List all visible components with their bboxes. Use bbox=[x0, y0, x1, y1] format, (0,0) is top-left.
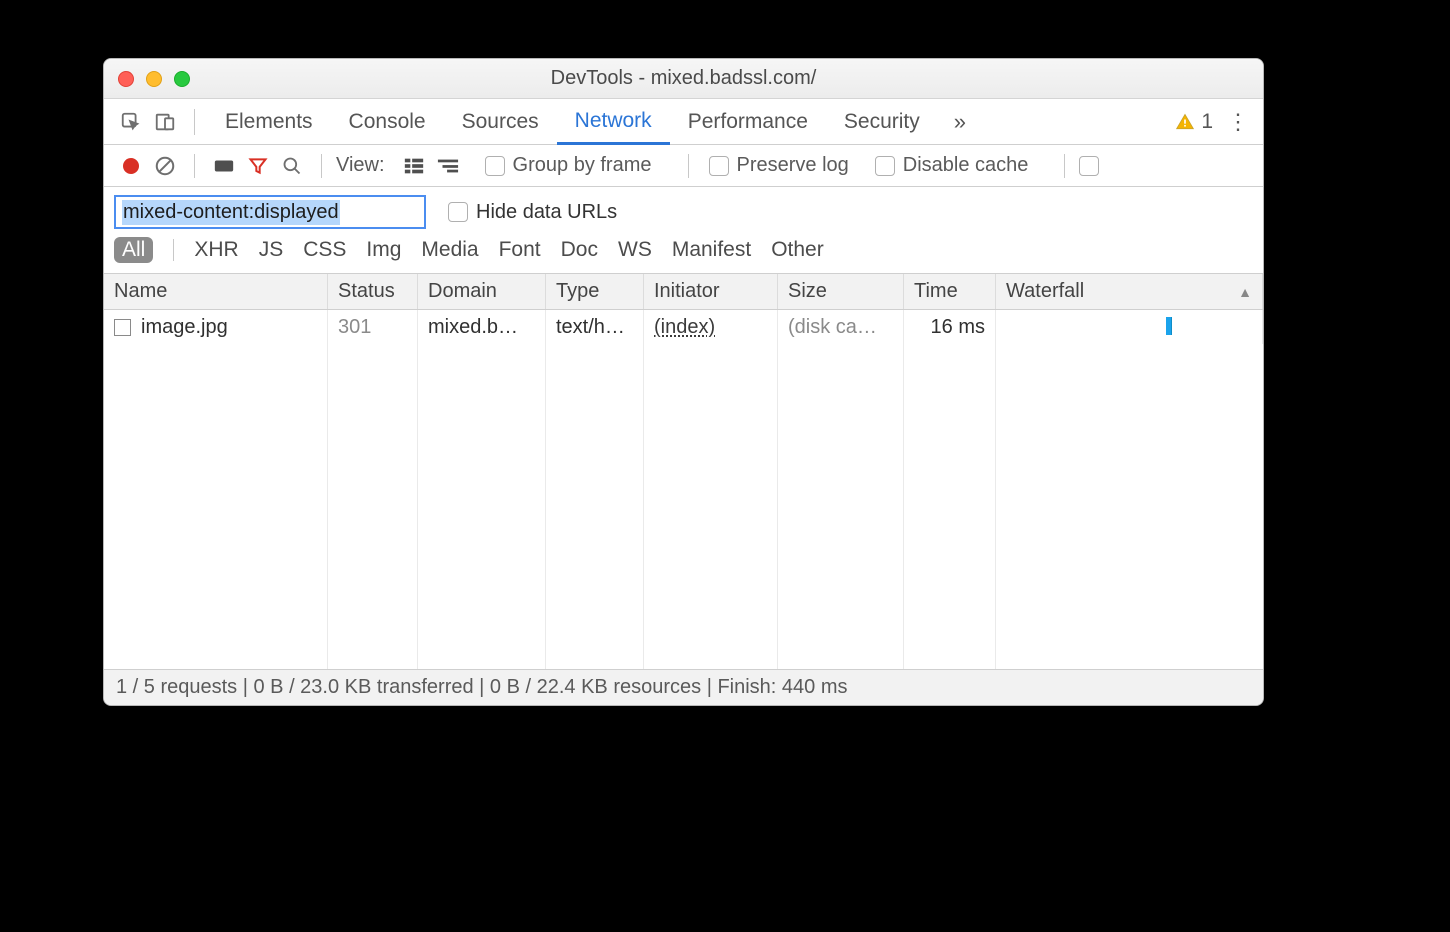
warnings-badge[interactable]: 1 bbox=[1175, 110, 1213, 134]
device-toolbar-icon[interactable] bbox=[148, 105, 182, 139]
tab-console[interactable]: Console bbox=[331, 99, 444, 145]
tab-security[interactable]: Security bbox=[826, 99, 938, 145]
window-title: DevTools - mixed.badssl.com/ bbox=[104, 67, 1263, 90]
sort-asc-icon: ▲ bbox=[1238, 284, 1252, 300]
filter-xhr[interactable]: XHR bbox=[194, 238, 238, 262]
more-tabs-icon[interactable]: » bbox=[954, 109, 966, 135]
filter-input[interactable]: mixed-content:displayed bbox=[114, 195, 426, 229]
filter-doc[interactable]: Doc bbox=[561, 238, 598, 262]
separator bbox=[321, 154, 322, 178]
col-name[interactable]: Name bbox=[104, 274, 328, 309]
cell-status: 301 bbox=[328, 310, 418, 344]
filter-media[interactable]: Media bbox=[421, 238, 478, 262]
minimize-window-button[interactable] bbox=[146, 71, 162, 87]
disable-cache-label: Disable cache bbox=[903, 154, 1029, 177]
search-icon[interactable] bbox=[277, 151, 307, 181]
cell-waterfall bbox=[996, 310, 1263, 344]
network-toolbar: View: Group by frame Preserve log Disabl… bbox=[104, 145, 1263, 187]
cell-domain: mixed.b… bbox=[418, 310, 546, 344]
preserve-log-label: Preserve log bbox=[737, 154, 849, 177]
filter-icon[interactable] bbox=[243, 151, 273, 181]
screenshots-icon[interactable] bbox=[209, 151, 239, 181]
col-time[interactable]: Time bbox=[904, 274, 996, 309]
status-bar: 1 / 5 requests | 0 B / 23.0 KB transferr… bbox=[104, 669, 1263, 705]
file-icon bbox=[114, 319, 131, 336]
hide-data-urls-label: Hide data URLs bbox=[476, 201, 617, 224]
filter-css[interactable]: CSS bbox=[303, 238, 346, 262]
devtools-window: DevTools - mixed.badssl.com/ Elements Co… bbox=[103, 58, 1264, 706]
hide-data-urls-checkbox[interactable]: Hide data URLs bbox=[448, 201, 617, 224]
titlebar: DevTools - mixed.badssl.com/ bbox=[104, 59, 1263, 99]
cell-name: image.jpg bbox=[141, 316, 228, 339]
filter-value: mixed-content:displayed bbox=[122, 200, 340, 225]
table-row[interactable]: image.jpg 301 mixed.b… text/h… (index) (… bbox=[104, 310, 1263, 344]
separator bbox=[688, 154, 689, 178]
tab-performance[interactable]: Performance bbox=[670, 99, 826, 145]
col-initiator[interactable]: Initiator bbox=[644, 274, 778, 309]
filter-img[interactable]: Img bbox=[366, 238, 401, 262]
checkbox-icon bbox=[709, 156, 729, 176]
large-rows-icon[interactable] bbox=[399, 151, 429, 181]
clear-button[interactable] bbox=[150, 151, 180, 181]
type-filters: All XHR JS CSS Img Media Font Doc WS Man… bbox=[104, 235, 1263, 274]
preserve-log-checkbox[interactable]: Preserve log bbox=[709, 154, 849, 177]
checkbox-icon bbox=[875, 156, 895, 176]
col-domain[interactable]: Domain bbox=[418, 274, 546, 309]
filter-all[interactable]: All bbox=[114, 237, 153, 263]
col-type[interactable]: Type bbox=[546, 274, 644, 309]
offline-checkbox[interactable] bbox=[1079, 156, 1107, 176]
window-controls bbox=[104, 71, 190, 87]
filter-ws[interactable]: WS bbox=[618, 238, 652, 262]
kebab-menu-icon[interactable]: ⋮ bbox=[1223, 109, 1253, 135]
overview-icon[interactable] bbox=[433, 151, 463, 181]
waterfall-bar bbox=[1166, 317, 1172, 335]
cell-type: text/h… bbox=[546, 310, 644, 344]
cell-time: 16 ms bbox=[904, 310, 996, 344]
table-header: Name Status Domain Type Initiator Size T… bbox=[104, 274, 1263, 310]
tab-sources[interactable]: Sources bbox=[444, 99, 557, 145]
inspect-icon[interactable] bbox=[114, 105, 148, 139]
col-waterfall[interactable]: Waterfall ▲ bbox=[996, 274, 1263, 309]
tab-network[interactable]: Network bbox=[557, 99, 670, 145]
checkbox-icon bbox=[1079, 156, 1099, 176]
filter-js[interactable]: JS bbox=[259, 238, 284, 262]
col-size[interactable]: Size bbox=[778, 274, 904, 309]
filter-manifest[interactable]: Manifest bbox=[672, 238, 751, 262]
separator bbox=[194, 154, 195, 178]
checkbox-icon bbox=[448, 202, 468, 222]
network-table: Name Status Domain Type Initiator Size T… bbox=[104, 274, 1263, 669]
maximize-window-button[interactable] bbox=[174, 71, 190, 87]
warnings-count: 1 bbox=[1201, 110, 1213, 134]
filter-row: mixed-content:displayed Hide data URLs bbox=[104, 187, 1263, 235]
filter-font[interactable]: Font bbox=[499, 238, 541, 262]
tab-elements[interactable]: Elements bbox=[207, 99, 331, 145]
col-status[interactable]: Status bbox=[328, 274, 418, 309]
separator bbox=[173, 239, 174, 261]
group-by-frame-label: Group by frame bbox=[513, 154, 652, 177]
panel-tabs: Elements Console Sources Network Perform… bbox=[104, 99, 1263, 145]
filter-other[interactable]: Other bbox=[771, 238, 824, 262]
status-text: 1 / 5 requests | 0 B / 23.0 KB transferr… bbox=[116, 676, 848, 699]
checkbox-icon bbox=[485, 156, 505, 176]
separator bbox=[194, 109, 195, 135]
view-label: View: bbox=[336, 154, 385, 177]
separator bbox=[1064, 154, 1065, 178]
cell-size: (disk ca… bbox=[778, 310, 904, 344]
table-body: image.jpg 301 mixed.b… text/h… (index) (… bbox=[104, 310, 1263, 669]
group-by-frame-checkbox[interactable]: Group by frame bbox=[485, 154, 652, 177]
record-button[interactable] bbox=[116, 151, 146, 181]
disable-cache-checkbox[interactable]: Disable cache bbox=[875, 154, 1029, 177]
close-window-button[interactable] bbox=[118, 71, 134, 87]
cell-initiator[interactable]: (index) bbox=[654, 316, 715, 339]
